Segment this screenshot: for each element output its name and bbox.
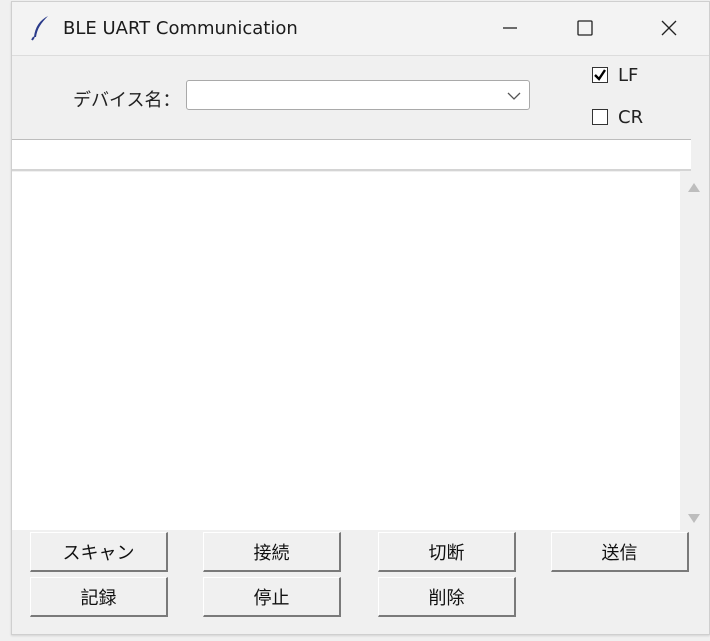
cr-checkbox-label: CR	[618, 106, 644, 128]
disconnect-button[interactable]: 切断	[378, 532, 516, 572]
device-name-combobox[interactable]	[186, 80, 530, 110]
connect-button[interactable]: 接続	[203, 532, 341, 572]
lf-checkbox-label: LF	[618, 64, 639, 86]
device-name-label: デバイス名：	[73, 90, 181, 111]
delete-button[interactable]: 削除	[378, 577, 516, 617]
scroll-down-arrow-icon[interactable]	[686, 510, 702, 524]
checkmark-icon	[594, 69, 606, 81]
close-button[interactable]	[647, 12, 691, 44]
cr-checkbox-box[interactable]	[592, 109, 608, 125]
close-icon	[661, 20, 677, 36]
minimize-button[interactable]	[488, 12, 532, 44]
lf-checkbox-box[interactable]	[592, 67, 608, 83]
record-button[interactable]: 記録	[30, 577, 168, 617]
maximize-icon	[577, 20, 593, 36]
feather-icon	[30, 15, 52, 41]
chevron-down-icon[interactable]	[505, 87, 523, 105]
output-text-area[interactable]	[12, 172, 680, 530]
send-button[interactable]: 送信	[551, 532, 689, 572]
vertical-scrollbar[interactable]	[680, 172, 708, 530]
app-window: BLE UART Communication デバイス名： LF CR スキャン…	[11, 1, 710, 635]
maximize-button[interactable]	[563, 12, 607, 44]
message-input[interactable]	[12, 139, 691, 171]
stop-button[interactable]: 停止	[203, 577, 341, 617]
scroll-up-arrow-icon[interactable]	[686, 180, 702, 194]
title-bar[interactable]: BLE UART Communication	[12, 2, 709, 56]
lf-checkbox[interactable]: LF	[592, 64, 638, 86]
minimize-icon	[503, 27, 517, 29]
window-title: BLE UART Communication	[63, 18, 298, 39]
cr-checkbox[interactable]: CR	[592, 106, 643, 128]
scan-button[interactable]: スキャン	[30, 532, 168, 572]
